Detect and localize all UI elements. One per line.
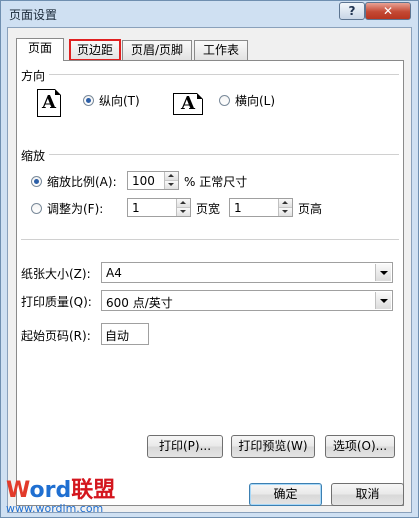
watermark-url: www.wordlm.com [6, 502, 104, 515]
page-setup-dialog: 页面设置 ? ✕ 页面 页边距 页眉/页脚 工作表 方向 A 纵向(T) A 横… [0, 0, 419, 518]
pages-wide-spinner[interactable]: 1 [127, 198, 191, 217]
paper-size-select[interactable]: A4 [101, 262, 393, 283]
pages-tall-value: 1 [234, 201, 242, 215]
portrait-radio[interactable] [83, 95, 94, 106]
first-page-number-label: 起始页码(R): [21, 329, 91, 343]
scaling-section-label: 缩放 [21, 149, 46, 163]
page-tab-panel: 方向 A 纵向(T) A 横向(L) 缩放 缩放比例(A): 100 % 正常尺… [16, 60, 404, 506]
adjust-to-radio[interactable] [31, 176, 42, 187]
orientation-section-label: 方向 [21, 69, 46, 83]
tab-sheet[interactable]: 工作表 [194, 40, 248, 60]
watermark-logo: Word联盟 www.wordlm.com [6, 479, 115, 515]
spin-down-icon[interactable] [177, 208, 190, 216]
options-button[interactable]: 选项(O)... [325, 435, 395, 458]
tab-header-footer[interactable]: 页眉/页脚 [122, 40, 192, 60]
close-button[interactable]: ✕ [365, 2, 411, 20]
pages-wide-label: 页宽 [196, 202, 221, 216]
print-preview-button[interactable]: 打印预览(W) [231, 435, 315, 458]
watermark-brand: Word联盟 [6, 478, 116, 503]
tab-margins[interactable]: 页边距 [69, 39, 121, 61]
spin-up-icon[interactable] [177, 199, 190, 208]
print-quality-label: 打印质量(Q): [21, 295, 92, 309]
pages-wide-value: 1 [132, 201, 140, 215]
spin-up-icon[interactable] [165, 172, 178, 181]
dialog-title: 页面设置 [9, 8, 58, 22]
print-button[interactable]: 打印(P)... [147, 435, 223, 458]
print-quality-value: 600 点/英寸 [106, 296, 173, 310]
landscape-page-icon: A [173, 93, 203, 115]
normal-size-label: % 正常尺寸 [184, 175, 248, 189]
fit-to-radio[interactable] [31, 203, 42, 214]
first-page-number-input[interactable]: 自动 [101, 323, 149, 345]
help-button[interactable]: ? [339, 2, 365, 20]
fit-to-label[interactable]: 调整为(F): [47, 200, 103, 217]
dialog-body: 页面 页边距 页眉/页脚 工作表 方向 A 纵向(T) A 横向(L) 缩放 缩… [7, 27, 412, 513]
chevron-down-icon[interactable] [375, 292, 391, 309]
tab-page[interactable]: 页面 [16, 38, 64, 61]
paper-size-value: A4 [106, 266, 122, 280]
first-page-number-value: 自动 [105, 329, 130, 343]
print-quality-select[interactable]: 600 点/英寸 [101, 290, 393, 311]
chevron-down-icon[interactable] [375, 264, 391, 281]
paper-size-label: 纸张大小(Z): [21, 267, 91, 281]
scale-percent-spinner[interactable]: 100 [127, 171, 179, 190]
cancel-button[interactable]: 取消 [331, 483, 404, 506]
portrait-label[interactable]: 纵向(T) [99, 92, 140, 109]
orientation-divider [49, 74, 399, 75]
landscape-label[interactable]: 横向(L) [235, 92, 275, 109]
spin-up-icon[interactable] [279, 199, 292, 208]
pages-tall-spinner[interactable]: 1 [229, 198, 293, 217]
scale-percent-value: 100 [132, 174, 155, 188]
pages-tall-label: 页高 [298, 202, 323, 216]
scaling-divider [49, 154, 399, 155]
spin-down-icon[interactable] [165, 181, 178, 189]
portrait-page-icon: A [37, 89, 61, 117]
title-bar[interactable]: 页面设置 ? ✕ [1, 1, 418, 27]
spin-down-icon[interactable] [279, 208, 292, 216]
ok-button[interactable]: 确定 [249, 483, 322, 506]
adjust-to-label[interactable]: 缩放比例(A): [47, 173, 117, 190]
landscape-radio[interactable] [219, 95, 230, 106]
scaling-bottom-divider [21, 239, 399, 240]
